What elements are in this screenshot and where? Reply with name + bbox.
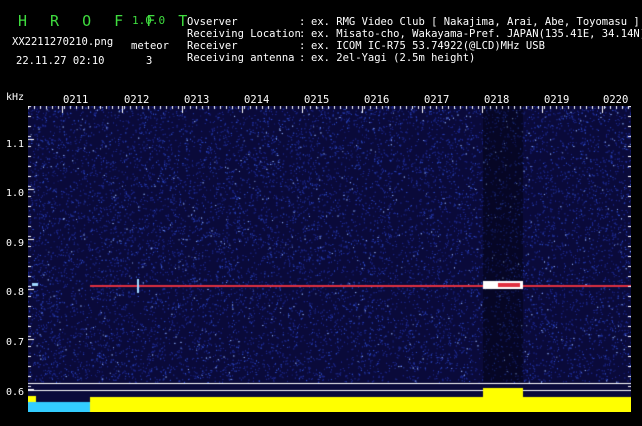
time-label: 0217: [424, 94, 450, 106]
station-info: Ovserver: ex. RMG Video Club [ Nakajima, …: [187, 16, 642, 64]
app-title: H R O F F T: [18, 12, 195, 30]
time-label: 0214: [244, 94, 270, 106]
time-label: 0213: [184, 94, 210, 106]
time-label: 0212: [124, 94, 150, 106]
freq-label: 0.6: [6, 387, 25, 398]
freq-label: 1.0: [6, 188, 25, 199]
info-value: ex. 2el-Yagi (2.5m height): [311, 52, 476, 64]
info-sep: :: [299, 28, 306, 40]
info-row-receiver: Receiver: ex. ICOM IC-R75 53.74922(@LCD)M…: [187, 40, 642, 52]
meteor-label: meteor: [131, 40, 169, 52]
info-key: Receiving antenna: [187, 52, 295, 64]
time-label: 0211: [63, 94, 89, 106]
info-key: Receiver: [187, 40, 238, 52]
info-value: ex. Misato-cho, Wakayama-Pref. JAPAN(135…: [311, 28, 642, 40]
time-label: 0219: [544, 94, 570, 106]
header-panel: H R O F F T 1.0.0 XX2211270210.png 22.11…: [0, 0, 642, 92]
y-axis-unit: kHz: [6, 92, 25, 103]
info-sep: :: [299, 40, 306, 52]
time-label: 0220: [603, 94, 629, 106]
info-sep: :: [299, 16, 306, 28]
time-label: 0218: [484, 94, 510, 106]
info-value: ex. ICOM IC-R75 53.74922(@LCD)MHz USB: [311, 40, 545, 52]
time-label: 0216: [364, 94, 390, 106]
freq-label: 0.7: [6, 337, 25, 348]
info-row-observer: Ovserver: ex. RMG Video Club [ Nakajima, …: [187, 16, 642, 28]
freq-label: 0.9: [6, 238, 25, 249]
spectrogram-plot: [28, 106, 631, 412]
info-sep: :: [299, 52, 306, 64]
freq-label: 1.1: [6, 139, 25, 150]
info-key: Receiving Location: [187, 28, 301, 40]
info-key: Ovserver: [187, 16, 238, 28]
info-value: ex. RMG Video Club [ Nakajima, Arai, Abe…: [311, 16, 640, 28]
info-row-location: Receiving Location: ex. Misato-cho, Wakay…: [187, 28, 642, 40]
app-version: 1.0.0: [132, 14, 166, 27]
info-row-antenna: Receiving antenna: ex. 2el-Yagi (2.5m hei…: [187, 52, 642, 64]
capture-datetime: 22.11.27 02:10: [16, 55, 105, 67]
time-label: 0215: [304, 94, 330, 106]
meteor-count: 3: [146, 55, 153, 67]
freq-label: 0.8: [6, 287, 25, 298]
file-name: XX2211270210.png: [12, 36, 114, 48]
